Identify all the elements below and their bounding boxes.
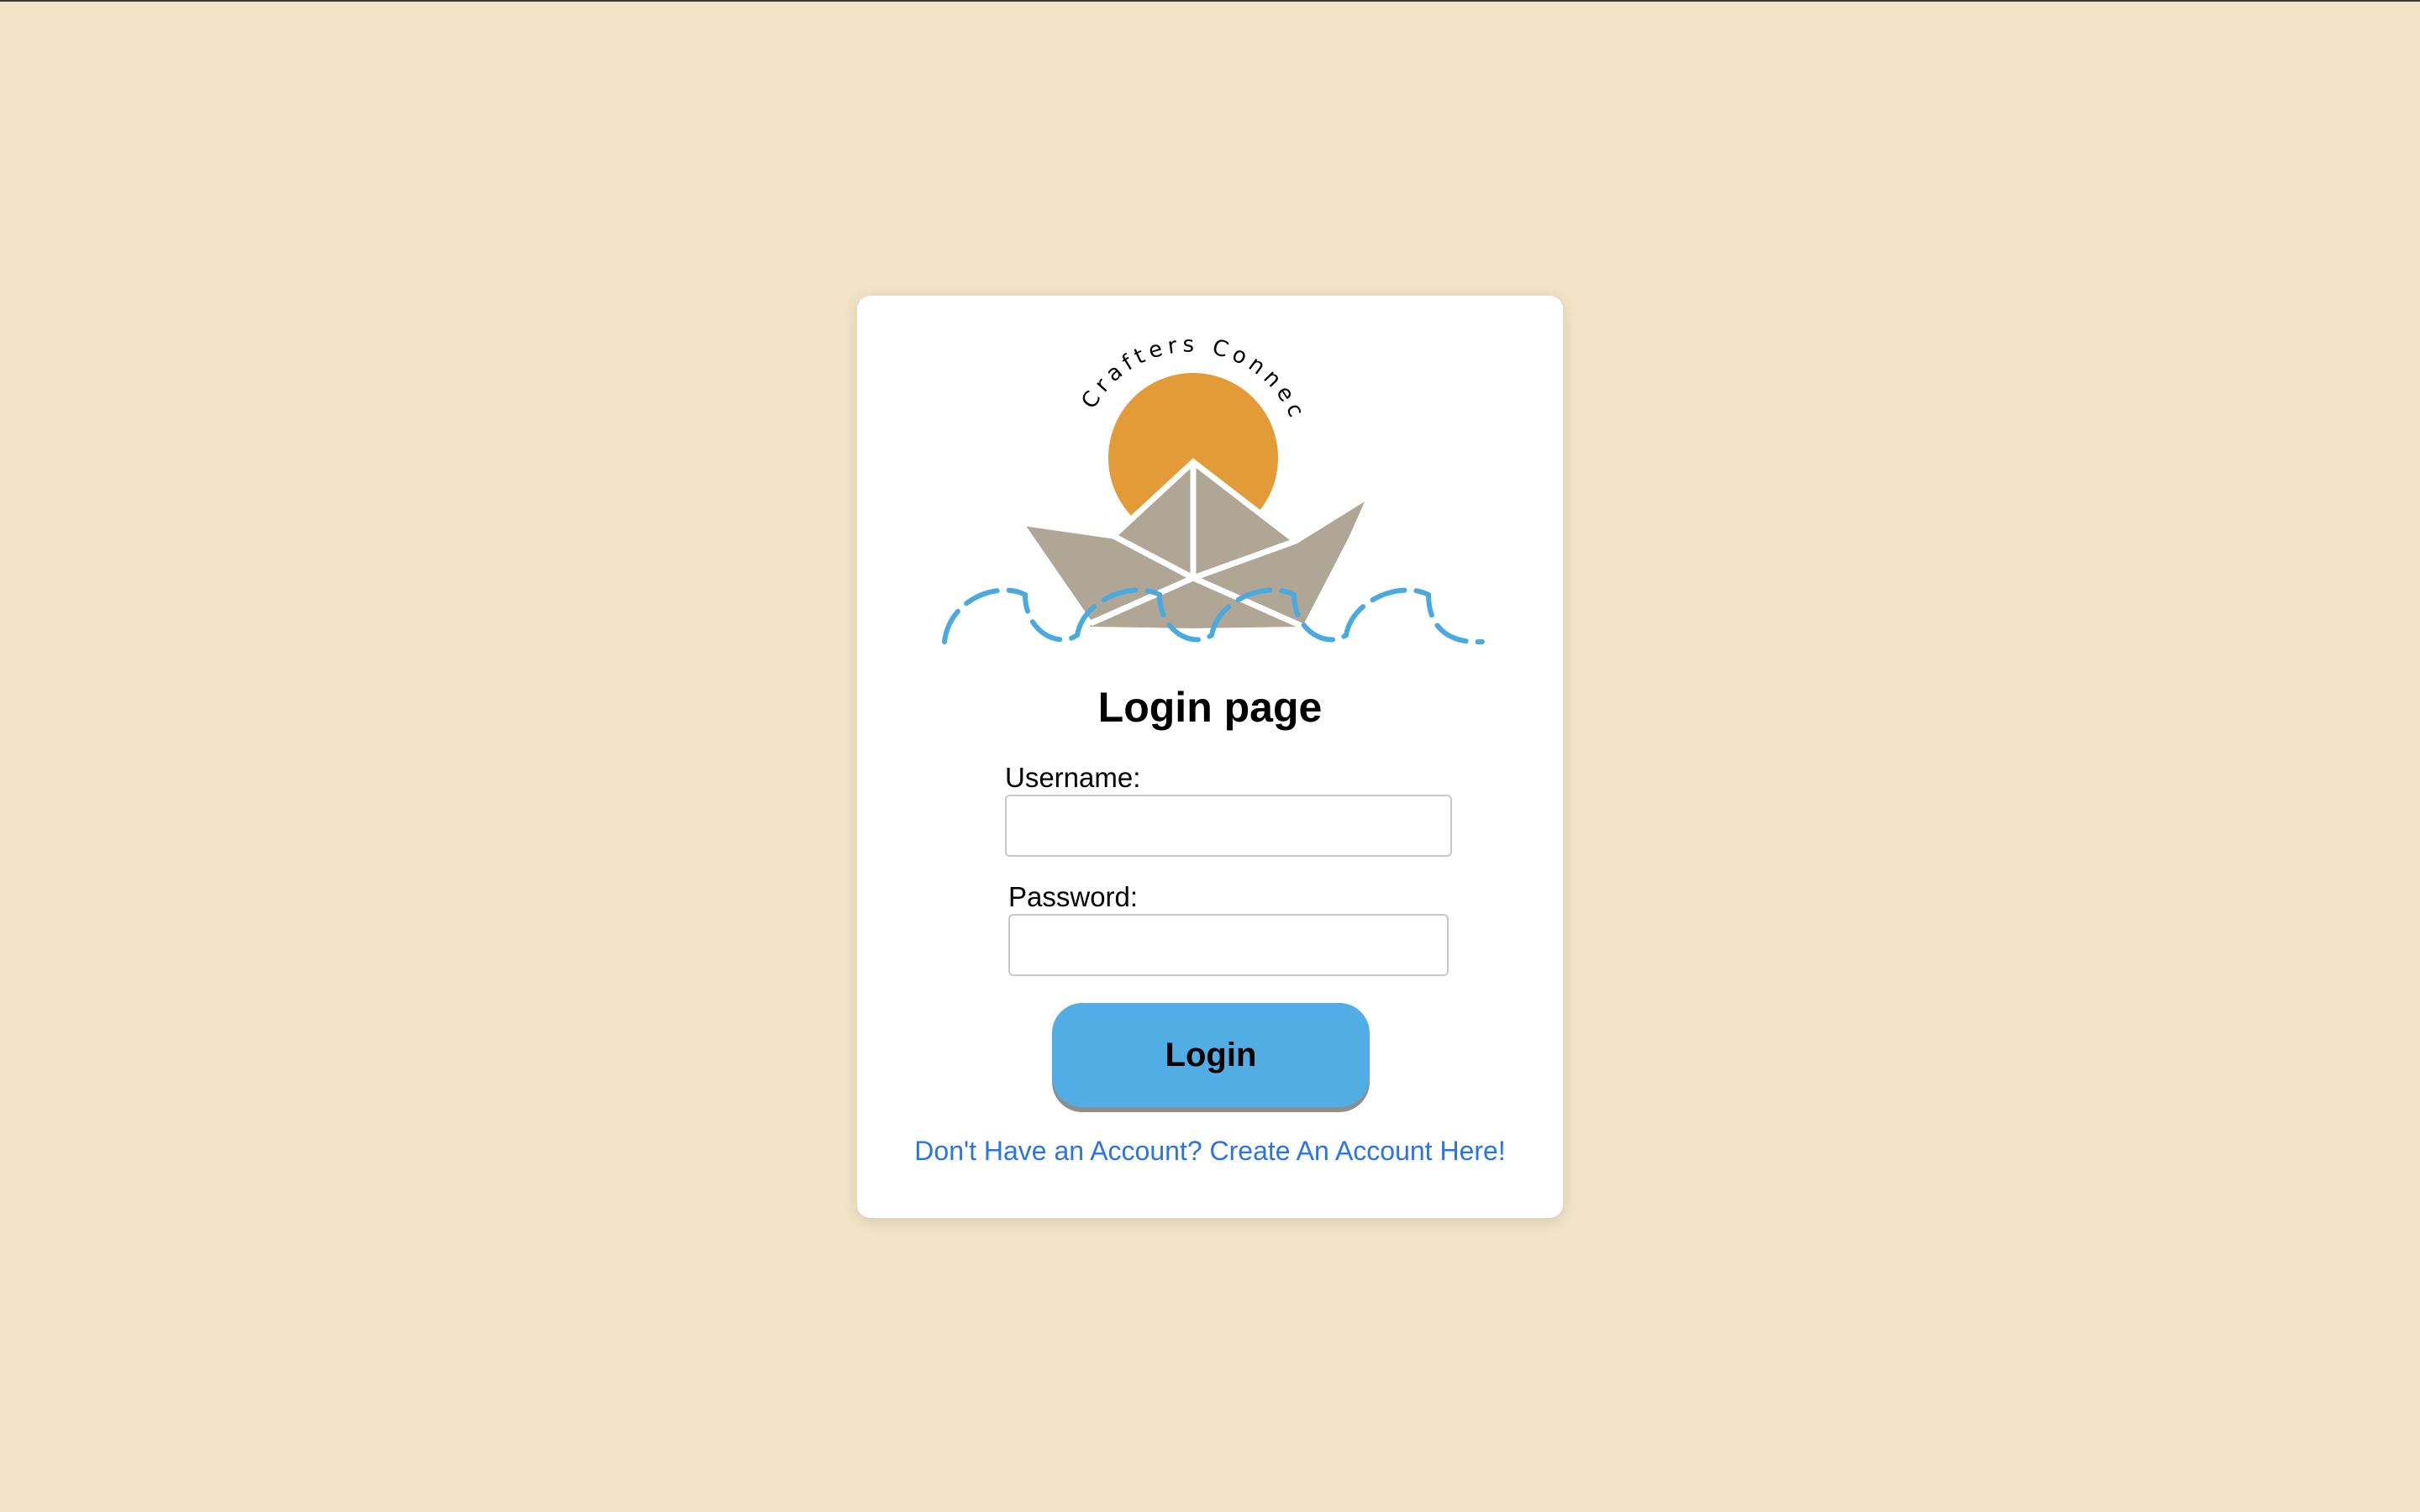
page-title: Login page xyxy=(1097,684,1323,731)
username-label: Username: xyxy=(1005,762,1141,793)
password-label: Password: xyxy=(1008,881,1139,912)
crafters-connect-logo: Crafters Connect xyxy=(857,296,1485,645)
create-account-link[interactable]: Don't Have an Account? Create An Account… xyxy=(857,1134,1563,1168)
password-input[interactable] xyxy=(1008,914,1449,976)
username-input[interactable] xyxy=(1005,795,1452,857)
paper-boat-shape xyxy=(1018,458,1375,633)
login-button[interactable]: Login xyxy=(1052,1003,1370,1107)
login-card: Crafters Connect Login page xyxy=(857,296,1563,1218)
